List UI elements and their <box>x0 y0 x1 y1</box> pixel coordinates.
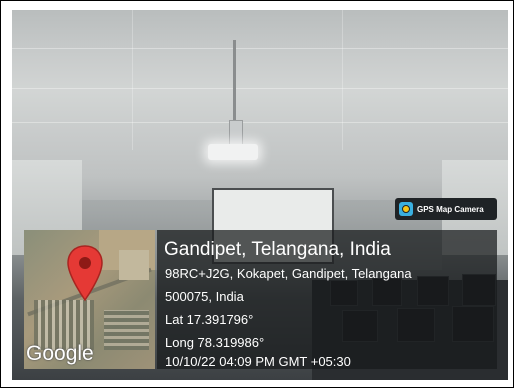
latitude-text: Lat 17.391796° <box>165 312 254 327</box>
google-logo: Google <box>26 342 94 365</box>
datetime-text: 10/10/22 04:09 PM GMT +05:30 <box>165 354 351 369</box>
gps-map-camera-icon <box>399 202 413 216</box>
address-line-2: 500075, India <box>165 289 244 304</box>
gps-map-camera-badge: GPS Map Camera <box>395 198 497 220</box>
location-title: Gandipet, Telangana, India <box>164 239 391 260</box>
projector <box>208 144 258 160</box>
projector-mount <box>233 40 236 130</box>
map-thumbnail: Google <box>24 230 155 369</box>
badge-label: GPS Map Camera <box>417 204 484 214</box>
location-info-panel: Gandipet, Telangana, India 98RC+J2G, Kok… <box>157 230 497 369</box>
location-pin-icon <box>67 245 103 302</box>
longitude-text: Long 78.319986° <box>165 335 265 350</box>
image-frame: GPS Map Camera Google Gandipet, Telangan… <box>0 0 514 388</box>
address-line-1: 98RC+J2G, Kokapet, Gandipet, Telangana <box>165 266 412 281</box>
